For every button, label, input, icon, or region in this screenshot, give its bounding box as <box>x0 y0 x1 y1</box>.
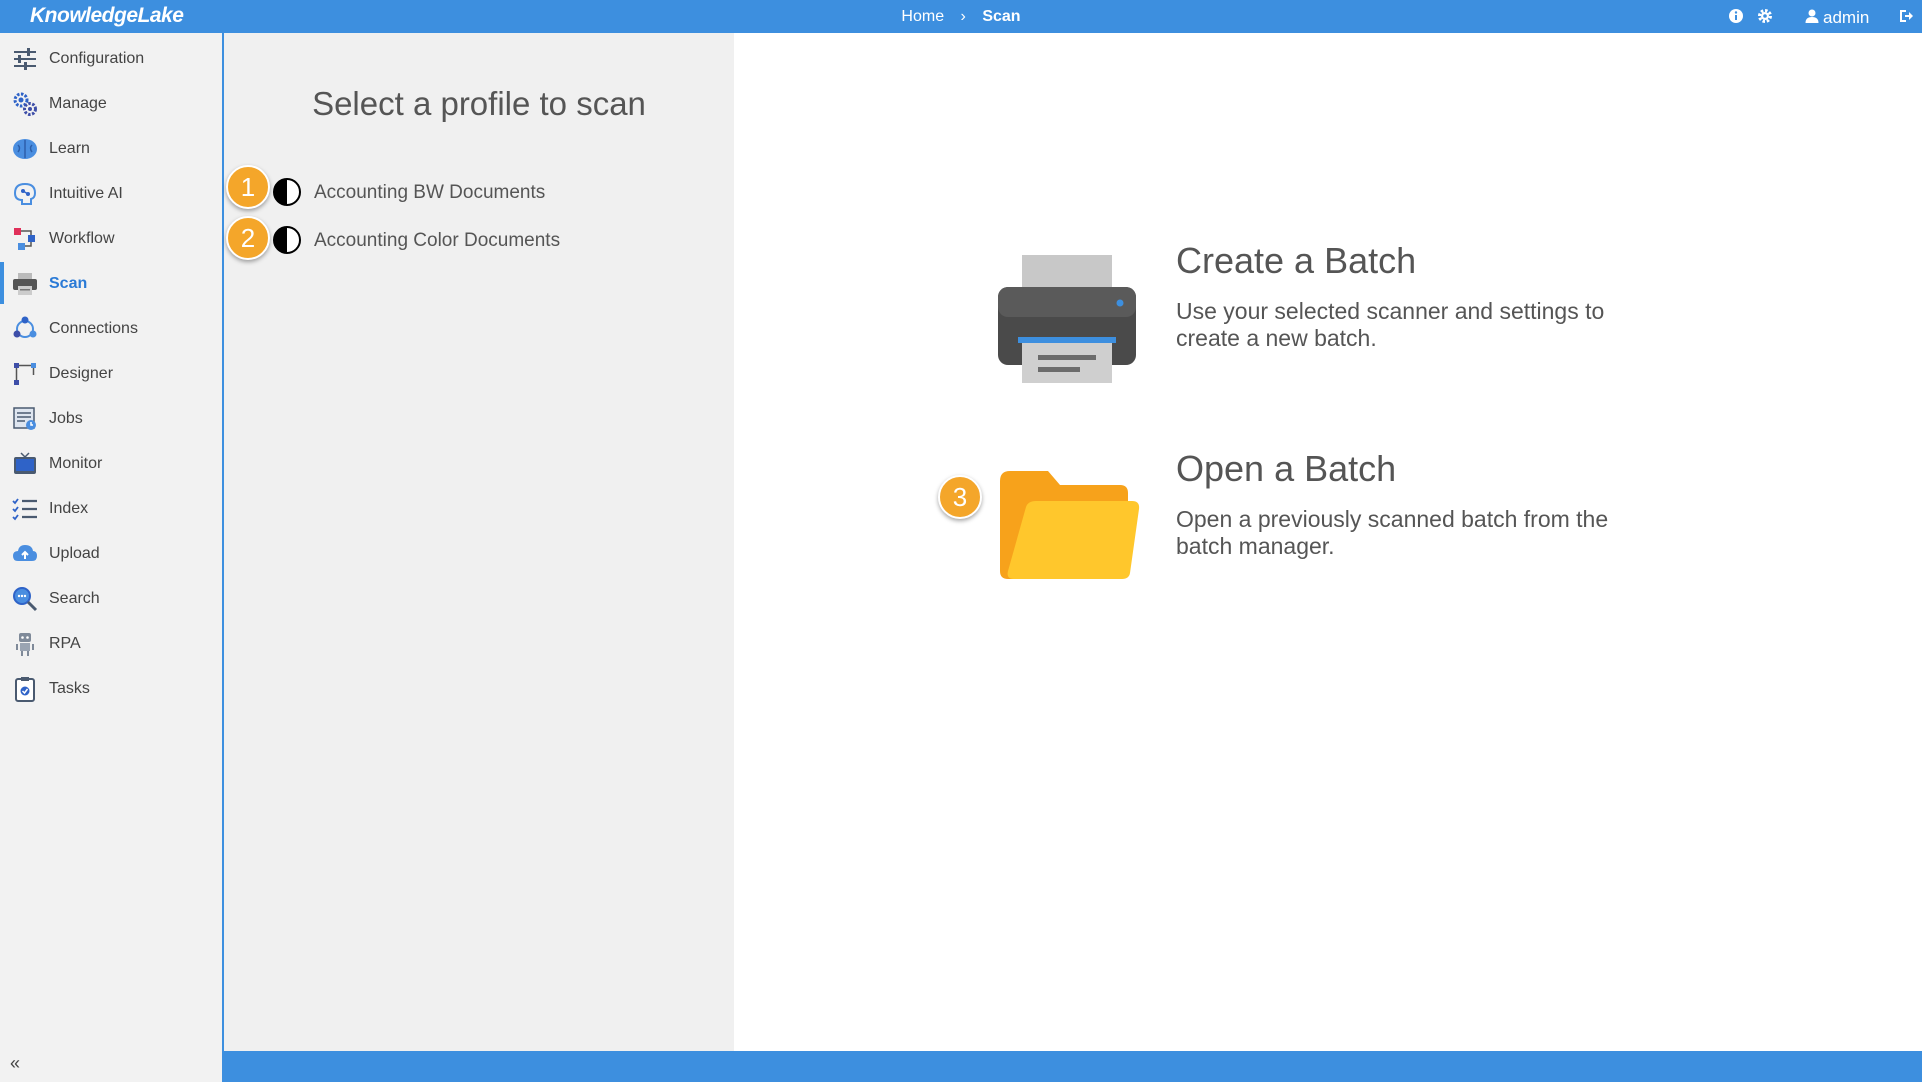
sidebar: Configuration Manage Learn Intuitive AI … <box>0 33 224 1082</box>
workflow-icon <box>14 228 35 250</box>
cloud-upload-icon <box>13 545 37 561</box>
sidebar-item-designer[interactable]: Designer <box>0 352 222 394</box>
sidebar-item-scan[interactable]: Scan <box>0 262 222 304</box>
sidebar-item-index[interactable]: Index <box>0 487 222 529</box>
gears-icon <box>13 92 37 116</box>
sidebar-item-label: Upload <box>49 545 100 562</box>
create-batch-title: Create a Batch <box>1176 240 1417 281</box>
logout-icon[interactable] <box>1898 8 1914 24</box>
breadcrumb-current: Scan <box>982 8 1021 25</box>
sidebar-item-label: Scan <box>49 275 88 292</box>
sidebar-item-upload[interactable]: Upload <box>0 532 222 574</box>
create-batch-action[interactable]: Create a Batch Use your selected scanner… <box>998 240 1698 390</box>
sidebar-item-label: Index <box>49 500 89 517</box>
sidebar-item-intuitive-ai[interactable]: Intuitive AI <box>0 172 222 214</box>
sidebar-item-search[interactable]: Search <box>0 577 222 619</box>
connections-icon <box>13 316 37 338</box>
gear-icon[interactable] <box>1757 8 1773 24</box>
open-batch-title: Open a Batch <box>1176 448 1397 489</box>
ai-head-icon <box>13 182 37 205</box>
sidebar-item-label: Monitor <box>49 455 103 472</box>
sidebar-item-label: Workflow <box>49 230 115 247</box>
printer-icon <box>998 255 1136 383</box>
robot-icon <box>16 633 34 656</box>
brain-icon <box>13 139 37 159</box>
sidebar-item-workflow[interactable]: Workflow <box>0 217 222 259</box>
sidebar-item-configuration[interactable]: Configuration <box>0 37 222 79</box>
open-batch-action[interactable]: Open a Batch Open a previously scanned b… <box>998 448 1698 598</box>
profile-label: Accounting Color Documents <box>314 230 561 251</box>
open-batch-description: Open a previously scanned batch from the… <box>1176 506 1609 559</box>
info-icon[interactable] <box>1728 8 1744 24</box>
sidebar-item-jobs[interactable]: Jobs <box>0 397 222 439</box>
contrast-icon <box>273 178 301 206</box>
sidebar-item-label: Learn <box>49 140 90 157</box>
sidebar-item-rpa[interactable]: RPA <box>0 622 222 664</box>
top-bar: KnowledgeLake Home › Scan admin <box>0 0 1922 33</box>
create-batch-description: Use your selected scanner and settings t… <box>1176 298 1605 351</box>
callout-badge-3: 3 <box>938 475 982 519</box>
profile-item-accounting-bw[interactable]: Accounting BW Documents <box>224 175 734 217</box>
profile-panel: Select a profile to scan Accounting BW D… <box>224 33 734 1051</box>
sidebar-item-label: Manage <box>49 95 107 112</box>
profile-panel-title: Select a profile to scan <box>312 85 646 122</box>
checklist-icon <box>12 498 37 521</box>
search-icon <box>13 587 38 612</box>
profile-label: Accounting BW Documents <box>314 182 546 203</box>
collapse-sidebar-button[interactable]: « <box>10 1053 20 1074</box>
contrast-icon <box>273 226 301 254</box>
sidebar-item-label: Configuration <box>49 50 145 67</box>
sidebar-item-connections[interactable]: Connections <box>0 307 222 349</box>
jobs-icon <box>13 407 36 430</box>
callout-badge-1: 1 <box>226 165 270 209</box>
sidebar-item-learn[interactable]: Learn <box>0 127 222 169</box>
breadcrumb-separator: › <box>960 8 966 25</box>
profile-item-accounting-color[interactable]: Accounting Color Documents <box>224 223 734 265</box>
printer-icon <box>13 273 37 295</box>
sliders-icon <box>14 48 36 70</box>
sidebar-item-label: Intuitive AI <box>49 185 123 202</box>
user-name[interactable]: admin <box>1823 8 1869 28</box>
designer-icon <box>14 363 36 385</box>
sidebar-item-tasks[interactable]: Tasks <box>0 667 222 709</box>
bottom-bar <box>224 1051 1922 1082</box>
user-icon[interactable] <box>1804 8 1820 24</box>
sidebar-item-label: Designer <box>49 365 114 382</box>
sidebar-item-label: Connections <box>49 320 138 337</box>
sidebar-item-label: Jobs <box>49 410 83 427</box>
sidebar-item-label: RPA <box>49 635 81 652</box>
sidebar-item-monitor[interactable]: Monitor <box>0 442 222 484</box>
callout-badge-2: 2 <box>226 216 270 260</box>
sidebar-item-label: Tasks <box>49 680 90 697</box>
breadcrumb: Home › Scan <box>0 8 1922 26</box>
breadcrumb-home[interactable]: Home <box>901 8 944 25</box>
sidebar-item-manage[interactable]: Manage <box>0 82 222 124</box>
clipboard-icon <box>15 677 35 702</box>
monitor-icon <box>14 452 36 474</box>
folder-icon <box>1000 471 1140 579</box>
sidebar-item-label: Search <box>49 590 100 607</box>
